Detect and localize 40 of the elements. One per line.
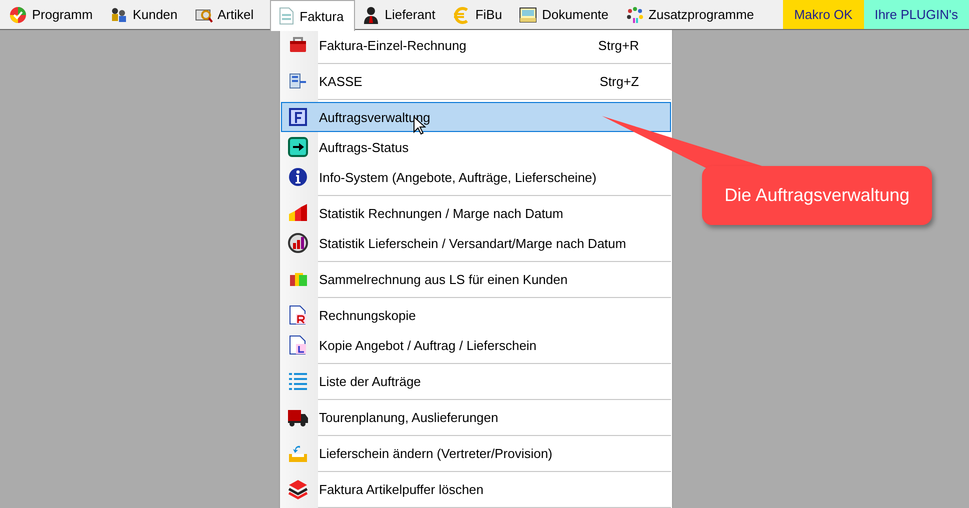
person-icon (362, 6, 380, 24)
menu-item[interactable]: Tourenplanung, Auslieferungen (281, 402, 671, 432)
dots-icon (626, 6, 644, 24)
menu-item[interactable]: Statistik Rechnungen / Marge nach Datum (281, 198, 671, 228)
menu-button[interactable]: Makro OK (783, 0, 864, 29)
people-icon (110, 6, 128, 24)
info-icon (287, 166, 309, 188)
menu-tab[interactable]: Zusatzprogramme (624, 0, 764, 29)
menu-button[interactable]: Ihre PLUGIN's (864, 0, 969, 29)
menu-tab[interactable]: Kunden (108, 0, 188, 29)
menu-item[interactable]: Sammelrechnung aus LS für einen Kunden (281, 264, 671, 294)
menu-item[interactable]: Faktura-Einzel-Rechnung Strg+R (281, 30, 671, 60)
menu-item[interactable]: Statistik Lieferschein / Versandart/Marge nach Datum (281, 228, 671, 258)
menu-item[interactable]: Auftrags-Status (281, 132, 671, 162)
euro-icon (452, 6, 470, 24)
list-icon (287, 370, 309, 392)
menu-item[interactable]: KASSE Strg+Z (281, 66, 671, 96)
chart-icon (287, 232, 309, 254)
checkmark-circle-icon (9, 6, 27, 24)
menu-item[interactable]: Auftragsverwaltung (281, 102, 671, 132)
menu-item[interactable]: Lieferschein ändern (Vertreter/Provision) (281, 438, 671, 468)
menu-item[interactable]: Kopie Angebot / Auftrag / Lieferschein (281, 330, 671, 360)
letter-f-icon (287, 106, 309, 128)
tray-icon (519, 6, 538, 24)
callout: Die Auftragsverwaltung (702, 166, 932, 225)
menu-tab[interactable]: Faktura (270, 0, 355, 31)
document-icon (287, 304, 309, 326)
menu-tab[interactable]: Dokumente (518, 0, 619, 29)
menu-item[interactable]: Rechnungskopie (281, 300, 671, 330)
document-icon (276, 7, 295, 25)
menu-tab[interactable]: Artikel (194, 0, 264, 29)
layers-icon (287, 478, 309, 500)
menu-item[interactable]: Faktura Artikelpuffer löschen (281, 474, 671, 504)
chart-icon (287, 202, 309, 224)
menu-item[interactable]: Info-System (Angebote, Aufträge, Lieferscheine) (281, 162, 671, 192)
menu-tab[interactable]: FiBu (451, 0, 512, 29)
menu-tab[interactable]: Lieferant (360, 0, 446, 29)
menu-tab[interactable]: Programm (8, 0, 103, 29)
document-icon (287, 334, 309, 356)
menu-item[interactable]: Liste der Aufträge (281, 366, 671, 396)
